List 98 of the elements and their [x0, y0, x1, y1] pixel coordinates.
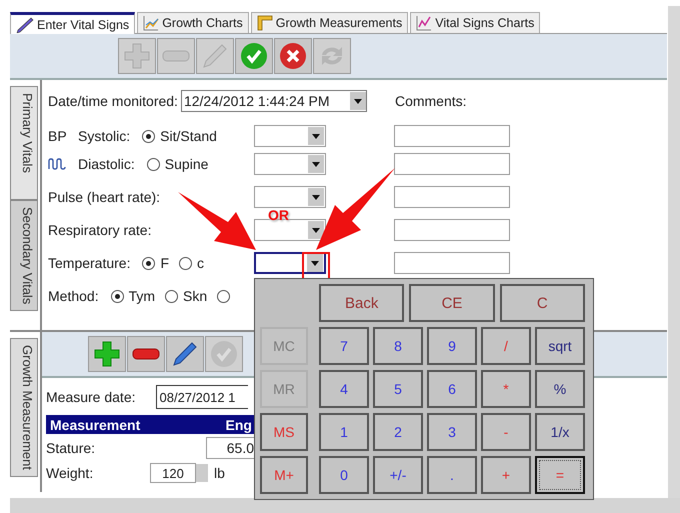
side-tab[interactable]: Secondary Vitals	[10, 200, 38, 312]
comment-field[interactable]	[394, 252, 510, 274]
unit-label: lb	[214, 465, 225, 481]
tab[interactable]: Growth Measurements	[250, 12, 408, 33]
calculator-key[interactable]: =	[535, 456, 585, 494]
calculator-key[interactable]: CE	[409, 284, 495, 322]
scrollbar[interactable]	[10, 498, 680, 513]
field-label: Pulse (heart rate):	[48, 189, 160, 205]
calculator-key[interactable]: *	[481, 370, 531, 408]
dropdown-button[interactable]	[308, 221, 324, 239]
radio-button[interactable]: Supine	[146, 156, 208, 172]
comment-field[interactable]	[394, 153, 510, 175]
dropdown-button[interactable]	[307, 254, 323, 272]
field-label: Temperature:	[48, 255, 130, 271]
radio-button[interactable]: Skn	[165, 288, 208, 304]
caret-icon	[354, 98, 362, 104]
calculator-key[interactable]: %	[535, 370, 585, 408]
calculator-key[interactable]: +	[481, 456, 531, 494]
field-label: Date/time monitored:	[48, 93, 178, 109]
calculator-key[interactable]: 1	[319, 413, 369, 451]
dropdown-button[interactable]	[308, 188, 324, 206]
scrollbar[interactable]	[668, 6, 680, 498]
caret-icon	[312, 134, 320, 138]
calculator-key[interactable]: 9	[427, 327, 477, 365]
add-button[interactable]	[88, 336, 126, 372]
radio-button[interactable]	[217, 290, 230, 302]
radio-button[interactable]: F	[142, 255, 170, 271]
calculator-key[interactable]: 1/x	[535, 413, 585, 451]
plus-icon	[94, 341, 120, 367]
tab[interactable]: Enter Vital Signs	[10, 12, 136, 34]
side-tab[interactable]: Primary Vitals	[10, 86, 38, 200]
calculator-key[interactable]: MS	[260, 413, 308, 451]
field-label: Method:	[48, 288, 99, 304]
date-field[interactable]: 08/27/2012 1	[156, 385, 248, 409]
calculator-key[interactable]: 3	[427, 413, 477, 451]
field-label: Comments:	[394, 93, 467, 109]
calculator-key[interactable]: -	[481, 413, 531, 451]
dropdown-field[interactable]	[254, 252, 326, 274]
minus-icon	[162, 50, 190, 62]
pencil-icon	[202, 43, 228, 69]
comment-field[interactable]	[394, 219, 510, 241]
field-label: BP	[48, 128, 68, 144]
calculator-key[interactable]: 0	[319, 456, 369, 494]
field-label: Measure date:	[46, 389, 136, 405]
dropdown-field[interactable]	[254, 153, 326, 175]
calculator-key[interactable]: 8	[373, 327, 423, 365]
caret-icon	[312, 194, 320, 200]
ruler-icon	[256, 15, 273, 31]
row-label: Weight:	[46, 465, 94, 481]
caret-icon	[311, 260, 319, 266]
tab[interactable]: Growth Charts	[137, 12, 249, 33]
calculator-key[interactable]: 4	[319, 370, 369, 408]
cancel-button[interactable]	[274, 38, 312, 74]
dropdown-field[interactable]	[254, 186, 326, 208]
calculator-key[interactable]: sqrt	[535, 327, 585, 365]
comment-field[interactable]	[394, 125, 510, 147]
calculator-key[interactable]: 7	[319, 327, 369, 365]
calculator-key[interactable]: /	[481, 327, 531, 365]
dropdown-button[interactable]	[350, 92, 366, 110]
tab[interactable]: Vital Signs Charts	[410, 12, 540, 33]
calculator-key[interactable]: M+	[260, 456, 308, 494]
dropdown-field[interactable]	[254, 125, 326, 147]
edit-button[interactable]	[166, 336, 204, 372]
column-header: Eng	[226, 416, 253, 432]
comment-field[interactable]	[394, 186, 510, 208]
checkmark-icon	[240, 42, 268, 70]
calculator-key[interactable]: +/-	[373, 456, 423, 494]
annotation-label: OR	[268, 207, 289, 223]
caret-icon	[312, 162, 320, 166]
calculator-key[interactable]: 5	[373, 370, 423, 408]
remove-button[interactable]	[127, 336, 165, 372]
calculator-key[interactable]: .	[427, 456, 477, 494]
calculator-key[interactable]: 2	[373, 413, 423, 451]
waveform-icon	[48, 158, 66, 170]
side-tab[interactable]: Growth Measurement	[10, 338, 38, 477]
checkmark-icon	[210, 340, 238, 368]
close-icon	[279, 42, 307, 70]
save-button[interactable]	[235, 38, 273, 74]
date-field[interactable]: 12/24/2012 1:44:24 PM	[180, 90, 367, 112]
field-label: Systolic:	[78, 128, 130, 144]
radio-button[interactable]: Sit/Stand	[142, 128, 217, 144]
field-label: Diastolic:	[78, 156, 135, 172]
plus-icon	[124, 43, 150, 69]
field-label: Respiratory rate:	[48, 222, 152, 238]
column-header: Measurement	[49, 416, 140, 432]
radio-button[interactable]: c	[179, 255, 204, 271]
dropdown-button[interactable]	[308, 155, 324, 173]
calculator-key[interactable]: Back	[319, 284, 404, 322]
line-chart-icon	[416, 15, 432, 31]
dropdown-button[interactable]	[308, 127, 324, 145]
radio-button[interactable]: Tym	[110, 288, 156, 304]
chart-icon	[143, 15, 160, 31]
calculator-key[interactable]: 6	[427, 370, 477, 408]
row-label: Stature:	[46, 440, 96, 456]
minus-icon	[132, 348, 160, 360]
pencil-icon	[172, 341, 198, 367]
value-field[interactable]: 120	[150, 463, 196, 483]
calculator-key[interactable]: C	[500, 284, 585, 322]
